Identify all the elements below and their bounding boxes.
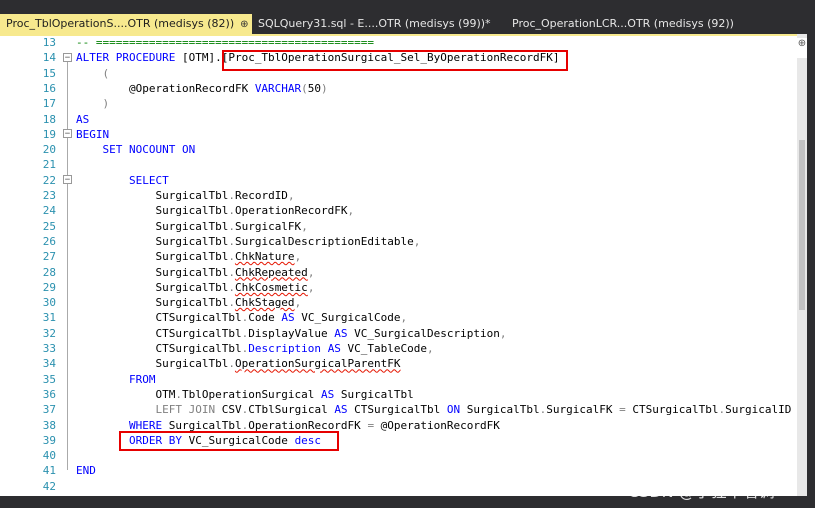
fold-toggle-icon[interactable]: −	[63, 129, 72, 139]
code-line[interactable]: OTM.TblOperationSurgical AS SurgicalTbl	[76, 388, 413, 401]
line-number: 28	[42, 265, 56, 279]
tab-label: SQLQuery31.sql - E....OTR (medisys (99))…	[258, 17, 491, 30]
tab-proc-operationlcr[interactable]: Proc_OperationLCR...OTR (medisys (92))	[512, 14, 742, 34]
code-line[interactable]: SurgicalTbl.ChkStaged,	[76, 296, 301, 309]
line-number: 39	[42, 433, 56, 447]
line-number: 18	[42, 112, 56, 126]
line-number: 22	[42, 173, 56, 187]
code-line[interactable]: CTSurgicalTbl.DisplayValue AS VC_Surgica…	[76, 327, 506, 340]
line-number: 34	[42, 357, 56, 371]
line-number: 30	[42, 296, 56, 310]
pin-icon[interactable]: ⊕	[240, 15, 248, 34]
line-number: 40	[42, 449, 56, 463]
document-tab-bar: Proc_TblOperationS....OTR (medisys (82))…	[0, 14, 815, 34]
code-line[interactable]: CTSurgicalTbl.Code AS VC_SurgicalCode,	[76, 311, 407, 324]
line-number: 36	[42, 387, 56, 401]
line-number: 32	[42, 326, 56, 340]
code-line[interactable]: (	[76, 67, 110, 80]
code-line[interactable]: ORDER BY VC_SurgicalCode desc	[76, 434, 321, 447]
code-line[interactable]: BEGIN	[76, 128, 109, 141]
line-number: 31	[42, 311, 56, 325]
line-number: 14	[42, 51, 56, 65]
line-number: 23	[42, 189, 56, 202]
line-number: 41	[42, 464, 56, 478]
split-window-icon[interactable]: ⊕	[797, 38, 807, 58]
fold-toggle-icon[interactable]: −	[63, 53, 72, 63]
line-number: 25	[42, 219, 56, 233]
line-number: 20	[42, 143, 56, 157]
line-number: 38	[42, 418, 56, 432]
code-line[interactable]: SurgicalTbl.ChkNature,	[76, 250, 301, 263]
line-number: 33	[42, 342, 56, 355]
line-number: 26	[42, 234, 56, 248]
code-line[interactable]: CTSurgicalTbl.Description AS VC_TableCod…	[76, 342, 433, 355]
code-line[interactable]: SELECT	[76, 174, 169, 187]
line-number: 27	[42, 250, 56, 264]
line-number: 13	[42, 36, 56, 49]
tab-label: Proc_OperationLCR...OTR (medisys (92))	[512, 17, 734, 30]
code-line[interactable]: SurgicalTbl.ChkRepeated,	[76, 266, 314, 279]
code-line[interactable]: )	[76, 97, 110, 110]
line-number: 24	[42, 204, 56, 218]
fold-toggle-icon[interactable]: −	[63, 175, 72, 185]
code-line[interactable]: LEFT JOIN CSV.CTblSurgical AS CTSurgical…	[76, 403, 791, 416]
tab-proc-tbloperationsurgical[interactable]: Proc_TblOperationS....OTR (medisys (82))…	[0, 14, 252, 34]
code-line[interactable]: -- =====================================…	[76, 36, 374, 49]
code-line[interactable]: AS	[76, 113, 89, 126]
active-tab-underline	[0, 34, 807, 36]
code-line[interactable]: ALTER PROCEDURE [OTM].[Proc_TblOperation…	[76, 51, 559, 64]
line-number: 16	[42, 81, 56, 95]
code-line[interactable]: END	[76, 464, 96, 477]
window-edge	[807, 0, 815, 508]
line-number: 21	[42, 158, 56, 172]
code-line[interactable]: WHERE SurgicalTbl.OperationRecordFK = @O…	[76, 419, 500, 432]
tab-label: Proc_TblOperationS....OTR (medisys (82))	[6, 17, 235, 30]
line-number: 35	[42, 372, 56, 386]
code-line[interactable]: SET NOCOUNT ON	[76, 143, 196, 156]
fold-guide	[67, 59, 68, 131]
line-number: 42	[42, 479, 56, 493]
scrollbar-thumb[interactable]	[799, 140, 805, 310]
tab-sqlquery31[interactable]: SQLQuery31.sql - E....OTR (medisys (99))…	[258, 14, 498, 34]
code-line[interactable]: SurgicalTbl.OperationRecordFK,	[76, 204, 354, 217]
line-number: 19	[42, 127, 56, 141]
code-line[interactable]: SurgicalTbl.ChkCosmetic,	[76, 281, 314, 294]
csdn-watermark: CSDN @小狂不着调	[628, 482, 775, 501]
line-number: 29	[42, 280, 56, 294]
fold-guide	[67, 184, 68, 440]
line-number: 15	[42, 66, 56, 80]
code-line[interactable]: SurgicalTbl.RecordID,	[76, 189, 294, 202]
code-line[interactable]: FROM	[76, 373, 156, 386]
line-number: 37	[42, 403, 56, 417]
sql-editor[interactable]: − − − 13 -- =============================…	[0, 34, 807, 496]
code-line[interactable]: @OperationRecordFK VARCHAR(50)	[76, 82, 328, 95]
line-number: 17	[42, 97, 56, 111]
code-line[interactable]: SurgicalTbl.OperationSurgicalParentFK	[76, 357, 400, 370]
code-line[interactable]: SurgicalTbl.SurgicalFK,	[76, 220, 307, 233]
code-line[interactable]: SurgicalTbl.SurgicalDescriptionEditable,	[76, 235, 420, 248]
